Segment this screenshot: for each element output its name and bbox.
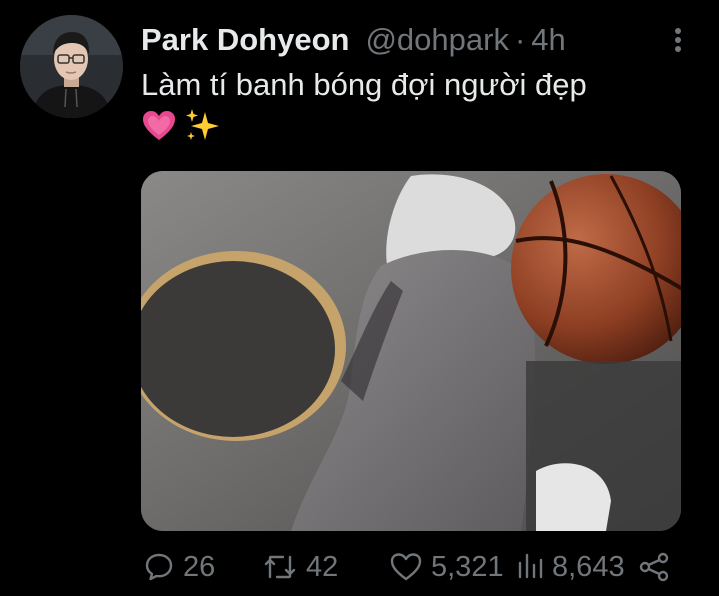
tweet-emojis	[141, 106, 223, 150]
tweet-header: Park Dohyeon @dohpark · 4h	[141, 18, 566, 62]
photo-icon	[141, 171, 681, 531]
tweet-media-photo[interactable]	[141, 171, 681, 531]
like-count: 5,321	[431, 550, 504, 583]
pink-heart-icon	[141, 108, 177, 149]
reply-icon	[143, 551, 175, 583]
view-count: 8,643	[552, 550, 625, 583]
display-name[interactable]: Park Dohyeon	[141, 22, 349, 58]
more-vertical-icon	[675, 28, 681, 52]
share-button[interactable]	[638, 545, 678, 589]
timestamp[interactable]: 4h	[531, 22, 565, 58]
views-icon	[516, 551, 544, 583]
retweet-button[interactable]: 42	[262, 545, 338, 589]
reply-count: 26	[183, 550, 216, 583]
avatar-photo	[20, 15, 123, 118]
retweet-icon	[262, 551, 298, 583]
tweet-text: Làm tí banh bóng đợi người đẹp	[141, 67, 587, 102]
more-options-button[interactable]	[668, 25, 688, 55]
sparkles-icon	[183, 106, 223, 151]
retweet-count: 42	[306, 550, 339, 583]
like-button[interactable]: 5,321	[389, 545, 504, 589]
heart-icon	[389, 551, 423, 583]
user-handle[interactable]: @dohpark	[365, 22, 509, 58]
share-icon	[638, 551, 670, 583]
avatar[interactable]	[20, 15, 123, 118]
tweet-actions: 26 42 5,321 8,643	[0, 545, 719, 589]
reply-button[interactable]: 26	[143, 545, 215, 589]
views-button[interactable]: 8,643	[516, 545, 625, 589]
separator-dot: ·	[514, 22, 526, 57]
